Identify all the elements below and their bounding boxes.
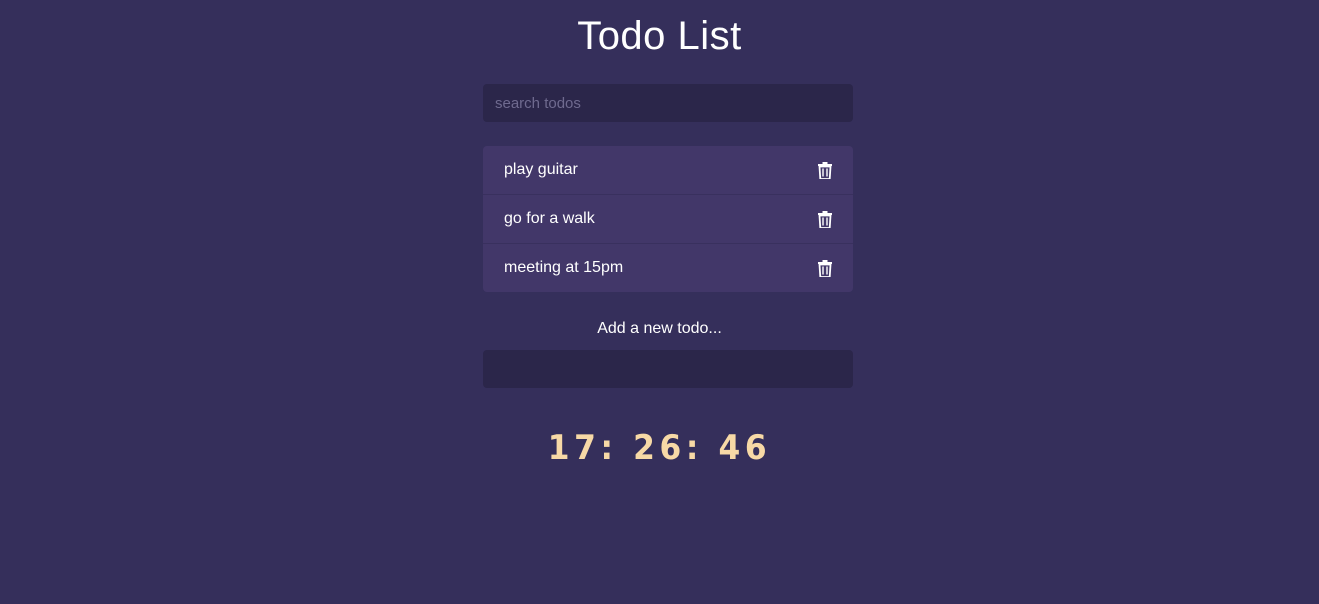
trash-icon[interactable]: [817, 210, 833, 228]
todo-item: meeting at 15pm: [483, 244, 853, 292]
add-todo-input[interactable]: [483, 350, 853, 388]
todo-item: go for a walk: [483, 195, 853, 244]
todo-list: play guitar go for a walk meeting at 15p…: [483, 146, 853, 292]
clock: 17: 26: 46: [547, 428, 772, 468]
trash-icon[interactable]: [817, 161, 833, 179]
todo-text: play guitar: [504, 161, 578, 178]
todo-app: Todo List play guitar go for a walk: [0, 0, 1319, 604]
search-input[interactable]: [483, 84, 853, 122]
todo-text: go for a walk: [504, 210, 595, 227]
todo-text: meeting at 15pm: [504, 259, 624, 276]
trash-icon[interactable]: [817, 259, 833, 277]
todo-item: play guitar: [483, 146, 853, 195]
page-title: Todo List: [577, 14, 742, 58]
add-todo-label: Add a new todo...: [597, 320, 722, 337]
